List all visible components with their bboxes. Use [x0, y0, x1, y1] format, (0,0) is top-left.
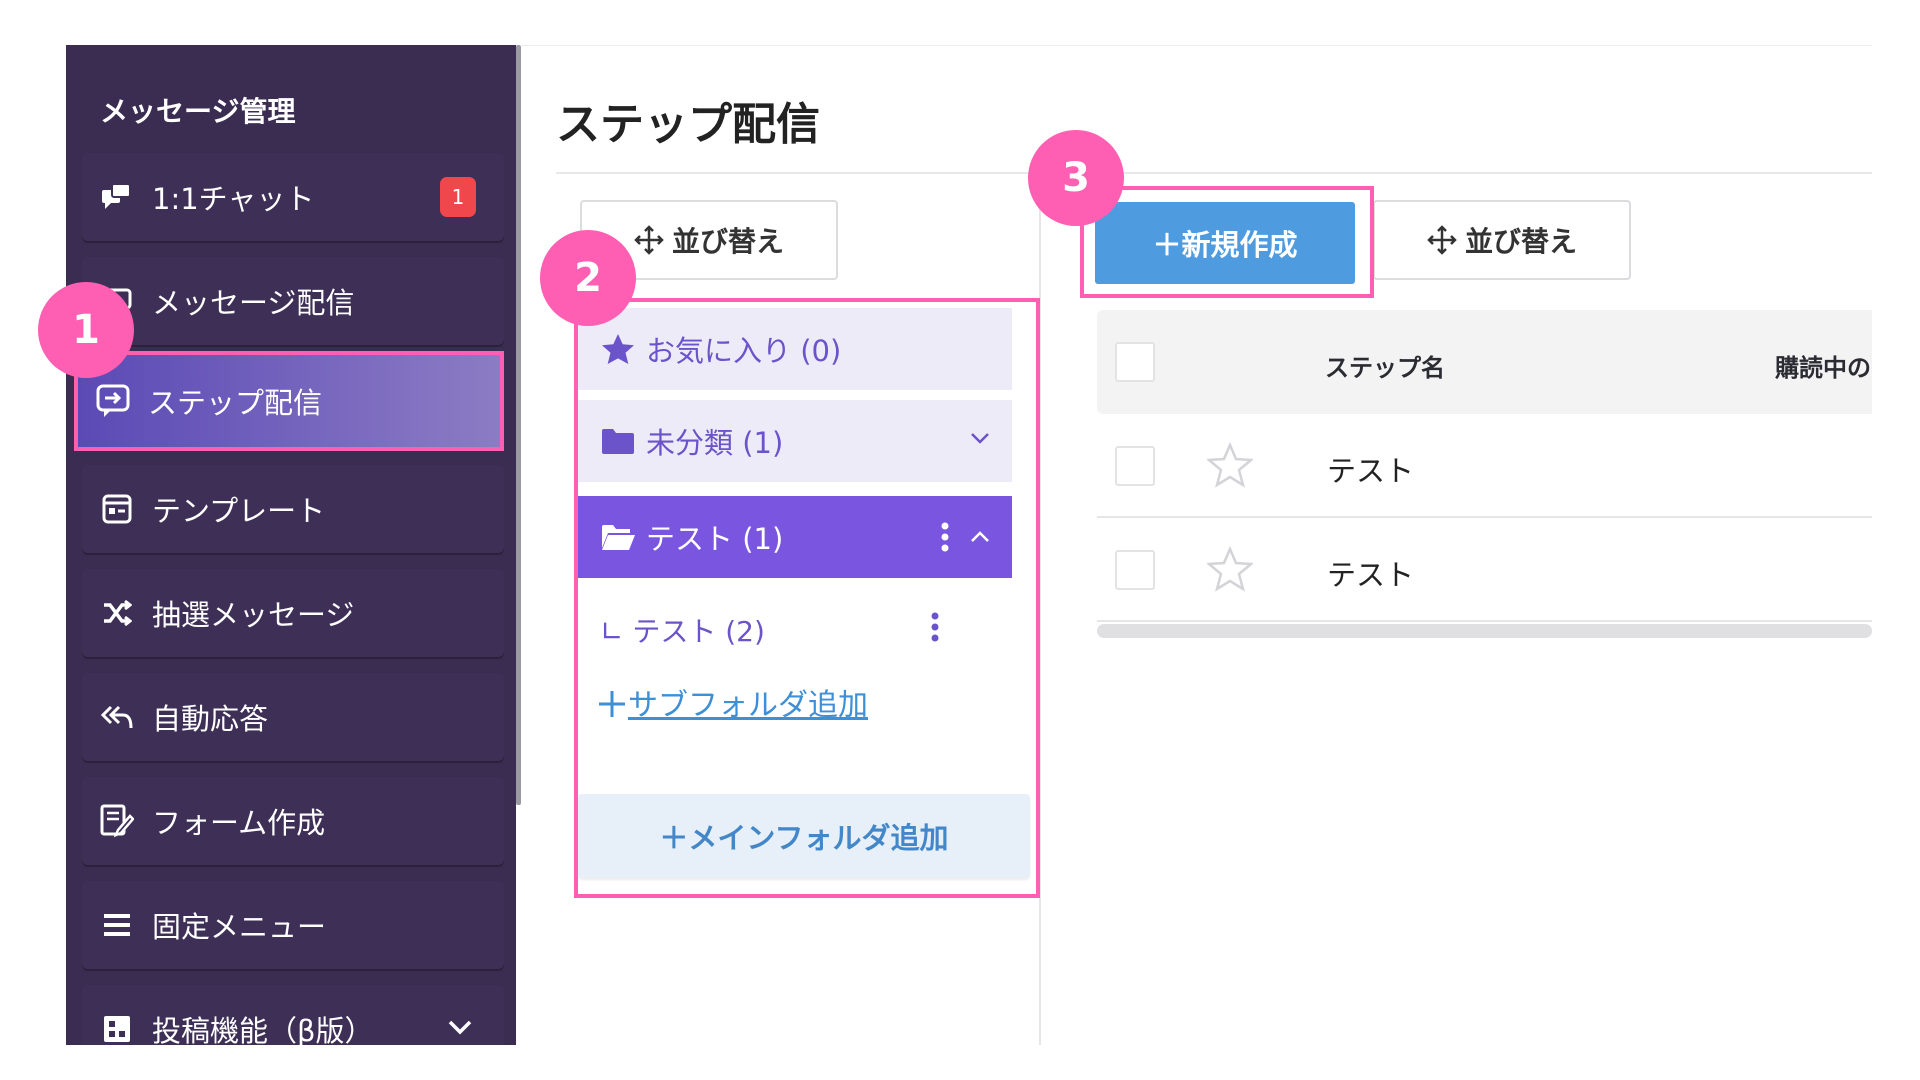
step-sort-button[interactable]: 並び替え: [1373, 200, 1631, 280]
form-edit-icon: [98, 802, 136, 840]
sidebar: メッセージ管理 1:1チャット 1 メッセージ配信 ステップ配信 テンプレート …: [66, 45, 516, 1045]
highlight-create-button: [1080, 186, 1374, 298]
row-checkbox[interactable]: [1115, 550, 1155, 590]
page-title: ステップ配信: [556, 99, 820, 150]
shuffle-icon: [98, 594, 136, 632]
sort-label: 並び替え: [671, 225, 784, 258]
reply-all-icon: [98, 698, 136, 736]
chat-bubbles-icon: [98, 178, 136, 216]
row-checkbox[interactable]: [1115, 446, 1155, 486]
sidebar-item-label: 抽選メッセージ: [152, 598, 355, 632]
sidebar-scrollbar[interactable]: [516, 45, 521, 805]
step-name: テスト: [1327, 454, 1415, 488]
hamburger-menu-icon: [98, 906, 136, 944]
step-name: テスト: [1327, 558, 1415, 592]
step-delivery-icon: [94, 382, 132, 420]
table-row[interactable]: テスト: [1097, 414, 1872, 518]
sort-label: 並び替え: [1464, 225, 1577, 258]
sidebar-item-message-delivery[interactable]: メッセージ配信: [82, 257, 504, 345]
select-all-checkbox[interactable]: [1115, 342, 1155, 382]
sidebar-item-form[interactable]: フォーム作成: [82, 777, 504, 865]
star-outline-icon[interactable]: [1207, 546, 1253, 592]
title-divider: [556, 172, 1872, 174]
sidebar-item-label: ステップ配信: [148, 386, 323, 420]
post-grid-icon: [98, 1010, 136, 1045]
sidebar-item-label: 1:1チャット: [152, 182, 315, 216]
step-marker-2: 2: [540, 230, 636, 326]
star-outline-icon[interactable]: [1207, 442, 1253, 488]
sidebar-item-chat[interactable]: 1:1チャット 1: [82, 153, 504, 241]
sidebar-item-label: フォーム作成: [152, 806, 326, 840]
column-subscribers: 購読中の: [1775, 354, 1871, 382]
chevron-down-icon[interactable]: [446, 1013, 474, 1041]
table-header: ステップ名 購読中の: [1097, 310, 1872, 414]
sidebar-item-posts[interactable]: 投稿機能（β版）: [82, 985, 504, 1045]
table-scrollbar[interactable]: [1097, 624, 1872, 638]
sidebar-title: メッセージ管理: [100, 95, 296, 128]
step-marker-3: 3: [1028, 130, 1124, 226]
top-divider: [520, 45, 1872, 46]
sidebar-item-label: テンプレート: [152, 494, 326, 528]
sidebar-item-template[interactable]: テンプレート: [82, 465, 504, 553]
sidebar-item-auto-reply[interactable]: 自動応答: [82, 673, 504, 761]
move-arrows-icon: [634, 225, 664, 255]
column-step-name: ステップ名: [1325, 354, 1445, 382]
template-icon: [98, 490, 136, 528]
highlight-folder-panel: [574, 298, 1040, 898]
move-arrows-icon: [1427, 225, 1457, 255]
sidebar-item-label: 投稿機能（β版）: [152, 1014, 374, 1045]
sidebar-item-label: 固定メニュー: [152, 910, 327, 944]
table-row[interactable]: テスト: [1097, 518, 1872, 622]
sidebar-item-lottery[interactable]: 抽選メッセージ: [82, 569, 504, 657]
sidebar-item-label: 自動応答: [152, 702, 269, 736]
unread-badge: 1: [440, 177, 476, 217]
sidebar-item-label: メッセージ配信: [152, 286, 355, 320]
sidebar-item-step-delivery[interactable]: ステップ配信: [74, 351, 504, 451]
step-marker-1: 1: [38, 282, 134, 378]
sidebar-item-fixed-menu[interactable]: 固定メニュー: [82, 881, 504, 969]
